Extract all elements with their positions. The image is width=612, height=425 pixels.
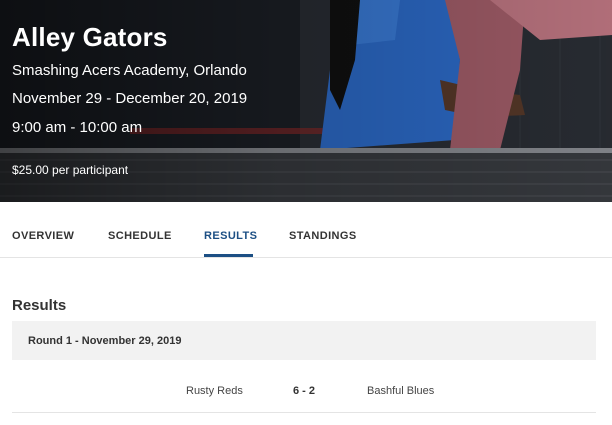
price-text: $25.00 per participant (12, 163, 129, 177)
round-header: Round 1 - November 29, 2019 (12, 321, 596, 360)
active-tab-indicator (204, 254, 253, 257)
match-row: Rusty Reds 6 - 2 Bashful Blues (12, 370, 596, 413)
date-range-text: November 29 - December 20, 2019 (12, 90, 248, 107)
away-team-name: Bashful Blues (367, 385, 435, 397)
time-range-text: 9:00 am - 10:00 am (12, 119, 143, 136)
round-label: Round 1 - November 29, 2019 (28, 335, 182, 347)
tab-overview[interactable]: OVERVIEW (12, 230, 74, 242)
location-text: Smashing Acers Academy, Orlando (12, 62, 247, 79)
hero-banner: Alley Gators Smashing Acers Academy, Orl… (0, 0, 612, 202)
results-heading: Results (12, 297, 67, 314)
home-team-name: Rusty Reds (186, 385, 243, 397)
tab-bar: OVERVIEW SCHEDULE RESULTS STANDINGS (0, 202, 612, 258)
tab-results[interactable]: RESULTS (204, 230, 257, 242)
tab-schedule[interactable]: SCHEDULE (108, 230, 172, 242)
match-score: 6 - 2 (293, 385, 316, 397)
tab-standings[interactable]: STANDINGS (289, 230, 357, 242)
page-title: Alley Gators (12, 22, 168, 52)
